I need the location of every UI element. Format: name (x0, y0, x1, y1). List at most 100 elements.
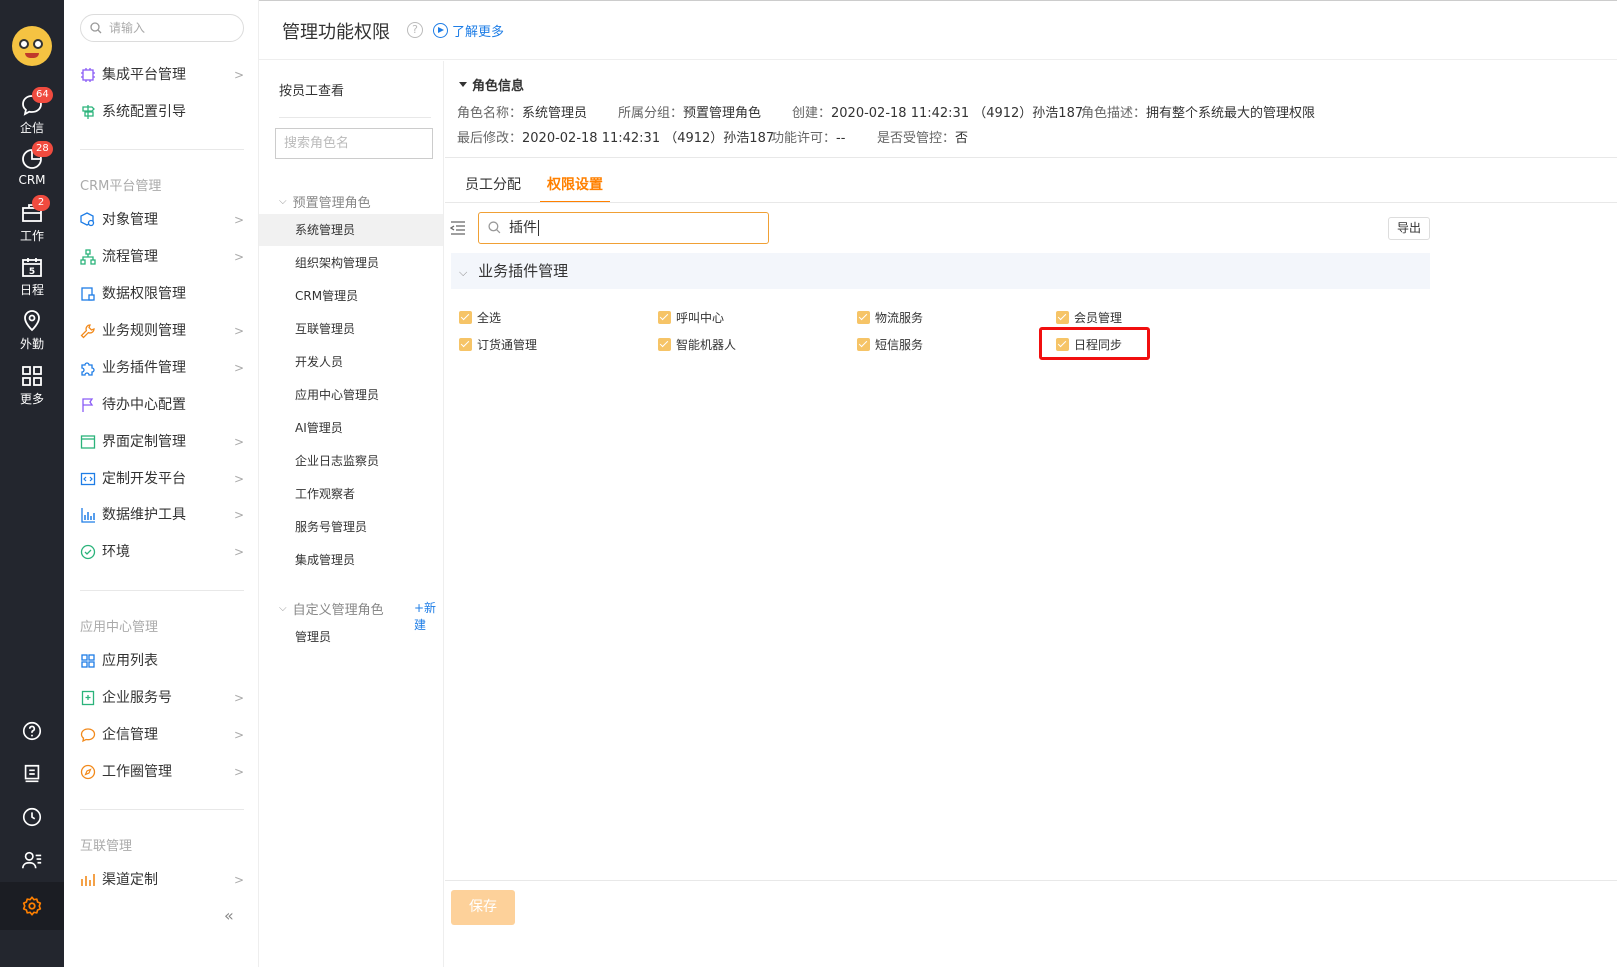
contacts-button[interactable] (0, 840, 64, 880)
role-item[interactable]: AI管理员 (259, 412, 443, 444)
custom-roles-group[interactable]: ⌵ 自定义管理角色 (279, 599, 384, 618)
plugin-section-header[interactable]: ⌵ 业务插件管理 (451, 253, 1430, 289)
role-item[interactable]: 集成管理员 (259, 544, 443, 576)
role-desc-label: 角色描述： (1081, 106, 1147, 121)
menu-item-work-circle[interactable]: 工作圈管理 > (80, 760, 244, 784)
created-value: 2020-02-18 11:42:31 （4912）孙浩187 (831, 106, 1084, 121)
collapse-menu-button[interactable]: « (224, 906, 234, 925)
checkbox-call-center[interactable]: 呼叫中心 (658, 308, 724, 326)
menu-item-custom-dev[interactable]: 定制开发平台 > (80, 467, 244, 491)
history-button[interactable] (0, 797, 64, 837)
role-search-input[interactable]: 搜索角色名 (275, 128, 433, 159)
rail-item-calendar[interactable]: 5 日程 (0, 255, 64, 305)
menu-divider (80, 809, 244, 810)
role-item[interactable]: 开发人员 (259, 346, 443, 378)
rail-item-label: 日程 (19, 283, 44, 297)
menu-item-app-list[interactable]: 应用列表 (80, 649, 244, 673)
menu-item-config-guide[interactable]: 系统配置引导 (80, 100, 244, 124)
menu-search-input[interactable]: 请输入 (80, 14, 244, 42)
rail-item-label: 工作 (19, 229, 44, 243)
menu-item-label: 系统配置引导 (102, 104, 186, 120)
menu-item-todo-center[interactable]: 待办中心配置 (80, 393, 244, 417)
message-bubble-icon (80, 728, 96, 743)
data-lock-icon (81, 287, 95, 301)
role-name-value: 系统管理员 (522, 106, 588, 121)
help-icon[interactable]: ? (407, 22, 423, 38)
role-item[interactable]: 管理员 (259, 621, 443, 653)
menu-item-ui-customize[interactable]: 界面定制管理 > (80, 430, 244, 454)
tab-permission-settings[interactable]: 权限设置 (540, 167, 610, 203)
group-label: 预置管理角色 (292, 196, 371, 211)
outdent-icon[interactable] (450, 221, 466, 235)
rail-item-crm[interactable]: 28 CRM (0, 141, 64, 197)
document-icon (24, 764, 40, 783)
chevron-right-icon: > (233, 213, 244, 227)
help-circle-icon (22, 721, 42, 741)
view-by-employee-link[interactable]: 按员工查看 (279, 80, 344, 99)
role-item[interactable]: 互联管理员 (259, 313, 443, 345)
rail-badge: 64 (32, 87, 53, 103)
avatar-eye-icon (19, 39, 29, 49)
checkbox-membership[interactable]: 会员管理 (1056, 308, 1122, 326)
checkbox-chatbot[interactable]: 智能机器人 (658, 335, 736, 353)
menu-item-data-permission[interactable]: 数据权限管理 (80, 282, 244, 306)
role-info-row-1: 角色名称：系统管理员 所属分组：预置管理角色 创建：2020-02-18 11:42… (457, 102, 1315, 121)
permission-search-input[interactable]: 插件 (478, 212, 769, 244)
role-info-toggle[interactable]: 角色信息 (459, 75, 524, 94)
role-item[interactable]: 企业日志监察员 (259, 445, 443, 477)
menu-section-app-center: 应用中心管理 (80, 620, 159, 635)
chevron-down-icon: ⌵ (279, 603, 287, 614)
menu-item-integration[interactable]: 集成平台管理 > (80, 63, 244, 87)
checkbox-select-all[interactable]: 全选 (459, 308, 501, 326)
user-avatar[interactable] (12, 26, 52, 66)
menu-item-objects[interactable]: 对象管理 > (80, 208, 244, 232)
roles-divider (279, 117, 431, 118)
save-button[interactable]: 保存 (451, 890, 515, 925)
menu-item-process[interactable]: 流程管理 > (80, 245, 244, 269)
menu-item-label: 集成平台管理 (102, 67, 186, 83)
created-label: 创建： (792, 106, 832, 121)
settings-button[interactable] (0, 882, 64, 930)
role-item[interactable]: 组织架构管理员 (259, 247, 443, 279)
learn-more-link[interactable]: 了解更多 (433, 21, 504, 40)
checkbox-ordering[interactable]: 订货通管理 (459, 335, 537, 353)
menu-section-interconnect: 互联管理 (80, 839, 133, 854)
section-title: 业务插件管理 (478, 262, 569, 280)
rail-item-chat[interactable]: 64 企信 (0, 87, 64, 143)
menu-item-business-rules[interactable]: 业务规则管理 > (80, 319, 244, 343)
rail-item-field[interactable]: 外勤 (0, 309, 64, 359)
checkbox-checked-icon (658, 337, 671, 351)
role-item-system-admin[interactable]: 系统管理员 (259, 214, 443, 246)
role-item[interactable]: 工作观察者 (259, 478, 443, 510)
menu-item-environment[interactable]: 环境 > (80, 540, 244, 564)
checkbox-logistics[interactable]: 物流服务 (857, 308, 923, 326)
compass-icon (80, 764, 96, 780)
checkbox-label: 智能机器人 (676, 337, 737, 352)
role-item[interactable]: 服务号管理员 (259, 511, 443, 543)
highlight-box (1039, 327, 1150, 360)
menu-search-placeholder: 请输入 (109, 21, 146, 35)
rail-item-work[interactable]: 2 工作 (0, 195, 64, 251)
checkbox-sms[interactable]: 短信服务 (857, 335, 923, 353)
checkbox-label: 订货通管理 (477, 337, 538, 352)
menu-item-messaging[interactable]: 企信管理 > (80, 723, 244, 747)
search-icon (90, 22, 102, 34)
rail-item-more[interactable]: 更多 (0, 364, 64, 414)
menu-item-business-plugins[interactable]: 业务插件管理 > (80, 356, 244, 380)
preset-roles-group[interactable]: ⌵ 预置管理角色 (279, 192, 371, 211)
license-value: -- (836, 131, 846, 146)
rail-item-label: 企信 (19, 121, 44, 135)
role-item[interactable]: CRM管理员 (259, 280, 443, 312)
menu-section-crm: CRM平台管理 (80, 179, 162, 194)
modified-value: 2020-02-18 11:42:31 （4912）孙浩187 (522, 131, 775, 146)
role-item[interactable]: 应用中心管理员 (259, 379, 443, 411)
docs-button[interactable] (0, 754, 64, 794)
menu-item-channel-customize[interactable]: 渠道定制 > (80, 868, 244, 892)
export-button[interactable]: 导出 (1388, 217, 1430, 240)
help-button[interactable] (0, 711, 64, 751)
menu-item-service-account[interactable]: 企业服务号 > (80, 686, 244, 710)
menu-item-label: 渠道定制 (102, 872, 158, 888)
chevron-down-icon: ⌵ (459, 266, 468, 279)
menu-item-data-tools[interactable]: 数据维护工具 > (80, 503, 244, 527)
tab-employee-assign[interactable]: 员工分配 (465, 167, 535, 203)
